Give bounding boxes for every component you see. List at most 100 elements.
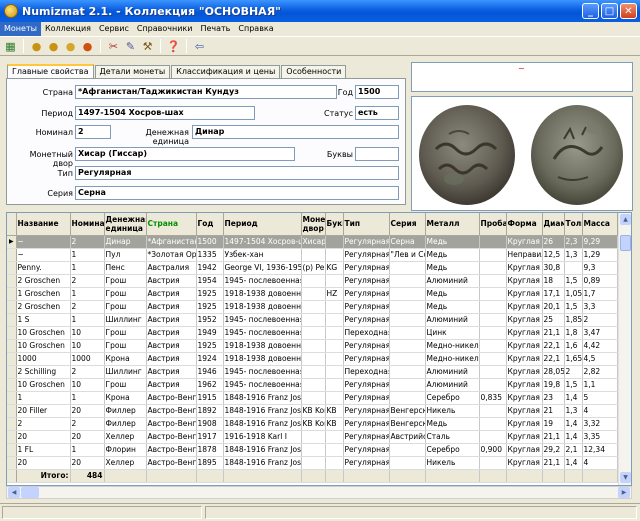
- table-cell[interactable]: Австрийская: [389, 430, 426, 444]
- scroll-thumb[interactable]: [620, 235, 631, 251]
- table-cell[interactable]: Регулярная: [343, 430, 390, 444]
- table-cell[interactable]: Шиллинг: [104, 313, 147, 327]
- table-cell[interactable]: [301, 326, 326, 340]
- table-cell[interactable]: [325, 456, 344, 470]
- table-cell[interactable]: 2: [70, 300, 105, 314]
- table-cell[interactable]: Круглая: [506, 274, 543, 288]
- table-cell[interactable]: 9,3: [582, 261, 618, 275]
- country-field[interactable]: *Афганистан/Таджикистан Кундуз: [75, 85, 337, 99]
- table-cell[interactable]: Круглая: [506, 326, 543, 340]
- table-cell[interactable]: Филлер: [104, 404, 147, 418]
- table-cell[interactable]: [389, 456, 426, 470]
- column-header[interactable]: Период: [223, 213, 302, 236]
- table-cell[interactable]: 2: [16, 417, 71, 431]
- table-cell[interactable]: Хеллер: [104, 456, 147, 470]
- table-row[interactable]: 10 Groschen 10 Грош Австрия 1925 1918-1938 до…: [7, 339, 618, 353]
- table-cell[interactable]: Сталь: [425, 430, 480, 444]
- column-header[interactable]: Денежная единица: [104, 213, 147, 236]
- column-header[interactable]: Металл: [425, 213, 480, 236]
- table-cell[interactable]: 1497-1504 Хосров-шах: [223, 235, 302, 249]
- table-cell[interactable]: 12,5: [542, 248, 565, 262]
- wand-icon[interactable]: ✎: [123, 39, 138, 54]
- table-cell[interactable]: 9,29: [582, 235, 618, 249]
- table-cell[interactable]: 1: [70, 248, 105, 262]
- table-cell[interactable]: 1 FL: [16, 443, 71, 457]
- tab-classification-prices[interactable]: Классификация и цены: [171, 65, 281, 78]
- table-cell[interactable]: Медь: [425, 287, 480, 301]
- table-cell[interactable]: 10 Groschen: [16, 326, 71, 340]
- nominal-field[interactable]: 2: [75, 125, 111, 139]
- table-cell[interactable]: 1949: [196, 326, 224, 340]
- table-cell[interactable]: 22,1: [542, 339, 565, 353]
- column-header[interactable]: Серия: [389, 213, 426, 236]
- menu-coins[interactable]: Монеты: [0, 22, 41, 36]
- table-cell[interactable]: 2: [70, 365, 105, 379]
- hscroll-thumb[interactable]: [21, 487, 39, 498]
- table-cell[interactable]: [301, 300, 326, 314]
- table-cell[interactable]: 1915: [196, 391, 224, 405]
- table-cell[interactable]: [301, 443, 326, 457]
- table-cell[interactable]: Круглая: [506, 391, 543, 405]
- table-cell[interactable]: 4: [582, 456, 618, 470]
- table-cell[interactable]: 1848-1916 Franz Joseph: [223, 391, 302, 405]
- menu-help[interactable]: Справка: [234, 22, 277, 36]
- table-cell[interactable]: 1,29: [582, 248, 618, 262]
- table-cell[interactable]: [564, 261, 583, 275]
- table-cell[interactable]: 1000: [16, 352, 71, 366]
- table-cell[interactable]: 1924: [196, 352, 224, 366]
- table-cell[interactable]: 20: [70, 456, 105, 470]
- table-cell[interactable]: Австрия: [146, 352, 197, 366]
- table-cell[interactable]: KB Kormoczbanya: [301, 404, 326, 418]
- table-cell[interactable]: [479, 326, 507, 340]
- table-cell[interactable]: Регулярная: [343, 391, 390, 405]
- table-cell[interactable]: Круглая: [506, 313, 543, 327]
- table-cell[interactable]: [325, 443, 344, 457]
- table-cell[interactable]: 2,3: [564, 235, 583, 249]
- tab-coin-details[interactable]: Детали монеты: [94, 65, 171, 78]
- letters-field[interactable]: [355, 147, 399, 161]
- table-cell[interactable]: 1848-1916 Franz Joseph: [223, 417, 302, 431]
- table-cell[interactable]: 1918-1938 довоенная республика: [223, 339, 302, 353]
- table-cell[interactable]: Узбек-хан: [223, 248, 302, 262]
- table-cell[interactable]: Круглая: [506, 339, 543, 353]
- table-cell[interactable]: 1952: [196, 313, 224, 327]
- table-cell[interactable]: 1,4: [564, 430, 583, 444]
- table-cell[interactable]: 2,1: [564, 443, 583, 457]
- table-cell[interactable]: 1 Groschen: [16, 287, 71, 301]
- table-cell[interactable]: Регулярная: [343, 404, 390, 418]
- table-cell[interactable]: Переходная: [343, 326, 390, 340]
- table-cell[interactable]: 1945- послевоенная республика: [223, 378, 302, 392]
- table-cell[interactable]: 10 Groschen: [16, 378, 71, 392]
- table-cell[interactable]: [325, 300, 344, 314]
- grid-view-icon[interactable]: ▦: [3, 39, 18, 54]
- table-cell[interactable]: 1,05: [564, 287, 583, 301]
- table-cell[interactable]: 1942: [196, 261, 224, 275]
- table-cell[interactable]: Никель: [425, 456, 480, 470]
- table-cell[interactable]: Регулярная: [343, 339, 390, 353]
- table-cell[interactable]: [479, 352, 507, 366]
- table-cell[interactable]: [479, 261, 507, 275]
- table-cell[interactable]: [301, 339, 326, 353]
- table-cell[interactable]: 1,85: [564, 313, 583, 327]
- table-cell[interactable]: 1848-1916 Franz Joseph: [223, 404, 302, 418]
- table-cell[interactable]: [301, 287, 326, 301]
- table-cell[interactable]: Круглая: [506, 365, 543, 379]
- table-cell[interactable]: 2: [70, 274, 105, 288]
- table-cell[interactable]: 1 S: [16, 313, 71, 327]
- table-cell[interactable]: Медь: [425, 417, 480, 431]
- table-cell[interactable]: 1: [70, 287, 105, 301]
- table-cell[interactable]: [479, 235, 507, 249]
- table-cell[interactable]: [301, 391, 326, 405]
- table-cell[interactable]: [479, 404, 507, 418]
- table-cell[interactable]: 4,42: [582, 339, 618, 353]
- table-cell[interactable]: Австро-Венгрия: [146, 417, 197, 431]
- table-cell[interactable]: Австрия: [146, 274, 197, 288]
- table-cell[interactable]: Пул: [104, 248, 147, 262]
- table-cell[interactable]: ~: [16, 248, 71, 262]
- table-cell[interactable]: 0,89: [582, 274, 618, 288]
- hammer-icon[interactable]: ⚒: [140, 39, 155, 54]
- column-header[interactable]: Номинал: [70, 213, 105, 236]
- scroll-right-arrow-icon[interactable]: ▶: [618, 487, 630, 498]
- table-cell[interactable]: Регулярная: [343, 248, 390, 262]
- table-cell[interactable]: Грош: [104, 287, 147, 301]
